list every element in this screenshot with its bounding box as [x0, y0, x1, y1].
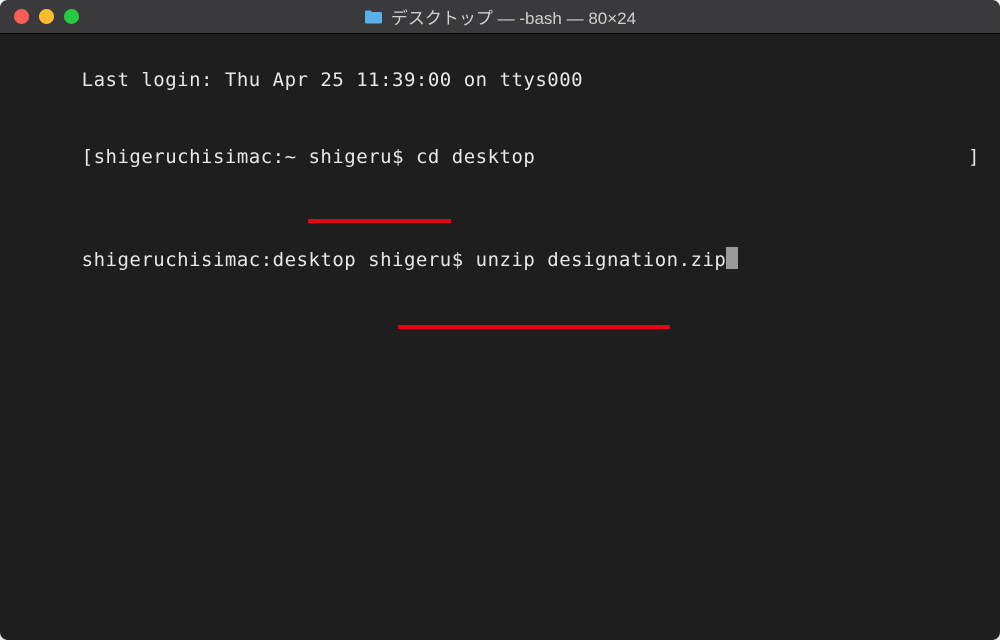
maximize-button[interactable]: [64, 9, 79, 24]
cursor: [726, 247, 738, 269]
minimize-button[interactable]: [39, 9, 54, 24]
terminal-line-unzip: shigeruchisimac:desktop shigeru$ unzip d…: [10, 221, 990, 325]
window-title: デスクトップ — -bash — 80×24: [364, 4, 636, 29]
last-login-text: Last login: Thu Apr 25 11:39:00 on ttys0…: [82, 69, 583, 91]
bracket-close: ]: [968, 145, 980, 171]
command-unzip: unzip designation.zip: [476, 249, 727, 271]
underline-annotation-2: [398, 325, 670, 329]
folder-icon: [364, 9, 383, 24]
window-controls: [0, 9, 79, 24]
command-cd: cd desktop: [416, 146, 535, 168]
window-title-text: デスクトップ — -bash — 80×24: [391, 4, 636, 29]
prompt-1: shigeruchisimac:~ shigeru$: [94, 146, 416, 168]
terminal-window: デスクトップ — -bash — 80×24 Last login: Thu A…: [0, 0, 1000, 640]
close-button[interactable]: [14, 9, 29, 24]
bracket-open: [: [82, 146, 94, 168]
titlebar: デスクトップ — -bash — 80×24: [0, 0, 1000, 34]
prompt-2: shigeruchisimac:desktop shigeru$: [82, 249, 476, 271]
terminal-body[interactable]: Last login: Thu Apr 25 11:39:00 on ttys0…: [0, 34, 1000, 333]
terminal-line-cd: [shigeruchisimac:~ shigeru$ cd desktop]: [10, 119, 990, 222]
terminal-line-last-login: Last login: Thu Apr 25 11:39:00 on ttys0…: [10, 42, 990, 119]
